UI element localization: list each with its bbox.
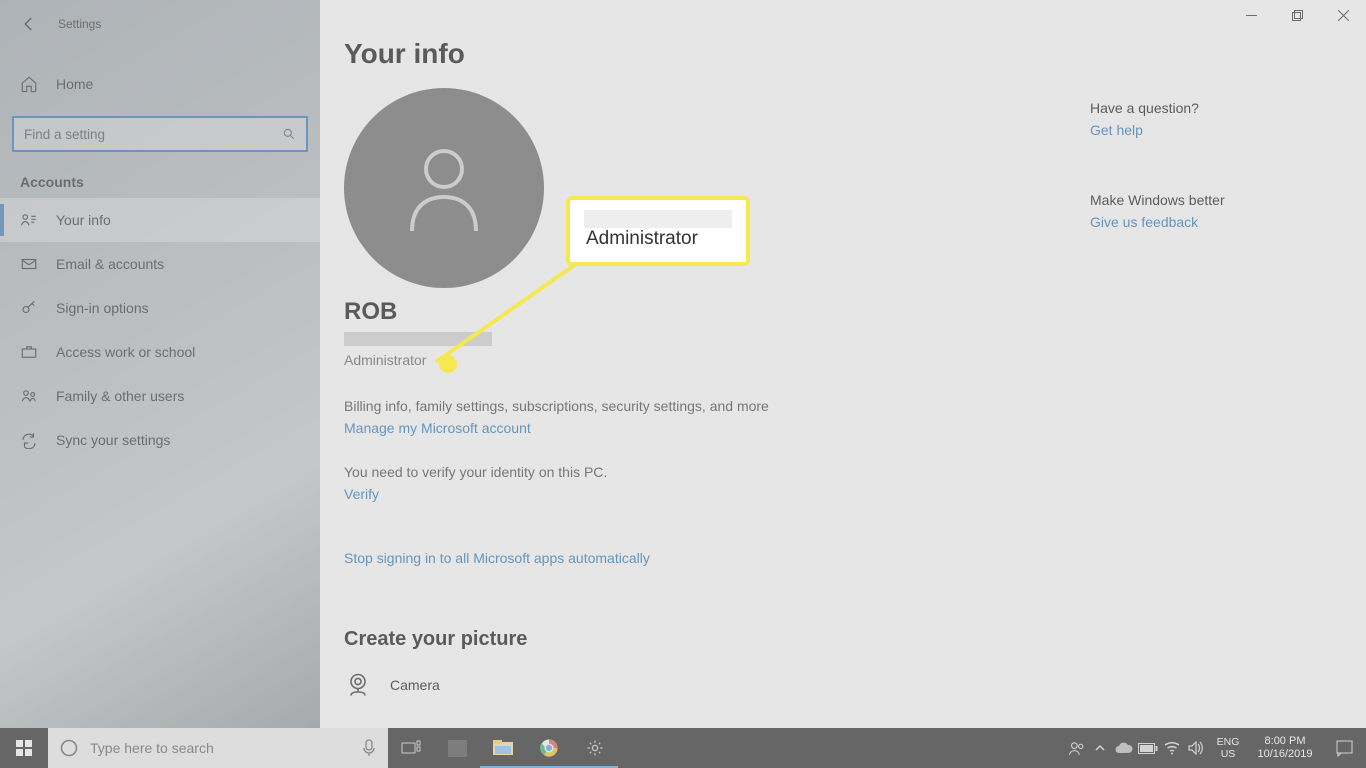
family-icon <box>20 387 38 405</box>
create-picture-heading: Create your picture <box>344 628 1366 651</box>
xbox-app-icon[interactable] <box>434 728 480 768</box>
start-button[interactable] <box>0 728 48 768</box>
close-button[interactable] <box>1320 0 1366 30</box>
sidebar-item-access-work[interactable]: Access work or school <box>0 330 320 374</box>
person-card-icon <box>20 211 38 229</box>
sidebar-item-family[interactable]: Family & other users <box>0 374 320 418</box>
window-controls <box>1228 0 1366 30</box>
user-role: Administrator <box>344 352 1366 368</box>
sync-icon <box>20 431 38 449</box>
sidebar-item-sync[interactable]: Sync your settings <box>0 418 320 462</box>
page-title: Your info <box>344 38 1366 70</box>
settings-gear-icon[interactable] <box>572 728 618 768</box>
sidebar-item-signin-options[interactable]: Sign-in options <box>0 286 320 330</box>
taskbar: Type here to search ENGUS 8:00 <box>0 728 1366 768</box>
sidebar-category: Accounts <box>0 150 320 198</box>
get-help-link[interactable]: Get help <box>1090 122 1310 138</box>
task-view-button[interactable] <box>388 728 434 768</box>
taskbar-search-placeholder: Type here to search <box>90 740 214 756</box>
onedrive-icon[interactable] <box>1112 728 1136 768</box>
settings-content: Your info ROB Administrator Billing info… <box>320 0 1366 728</box>
settings-sidebar: Settings Home Find a setting Accounts <box>0 0 320 728</box>
key-icon <box>20 299 38 317</box>
volume-icon[interactable] <box>1184 728 1208 768</box>
camera-icon <box>344 671 372 699</box>
sidebar-item-label: Email & accounts <box>56 256 164 272</box>
sidebar-home[interactable]: Home <box>0 62 320 106</box>
help-panel: Have a question? Get help Make Windows b… <box>1090 100 1310 230</box>
taskbar-clock[interactable]: 8:00 PM10/16/2019 <box>1248 728 1322 768</box>
action-center-icon[interactable] <box>1322 728 1366 768</box>
find-setting-search[interactable]: Find a setting <box>14 118 306 150</box>
language-indicator[interactable]: ENGUS <box>1208 728 1248 768</box>
verify-text: You need to verify your identity on this… <box>344 464 1366 480</box>
camera-label: Camera <box>390 677 440 693</box>
taskbar-search[interactable]: Type here to search <box>48 728 388 768</box>
sidebar-item-label: Sign-in options <box>56 300 149 316</box>
file-explorer-icon[interactable] <box>480 728 526 768</box>
tray-chevron-icon[interactable] <box>1088 728 1112 768</box>
home-icon <box>20 75 38 93</box>
briefcase-icon <box>20 343 38 361</box>
people-icon[interactable] <box>1064 728 1088 768</box>
verify-link[interactable]: Verify <box>344 486 1366 502</box>
sidebar-item-label: Your info <box>56 212 111 228</box>
sidebar-item-your-info[interactable]: Your info <box>0 198 320 242</box>
camera-option[interactable]: Camera <box>344 671 1366 699</box>
back-arrow-icon[interactable] <box>20 15 38 33</box>
sidebar-item-label: Sync your settings <box>56 432 170 448</box>
chrome-icon[interactable] <box>526 728 572 768</box>
make-windows-better-heading: Make Windows better <box>1090 192 1310 208</box>
app-title: Settings <box>58 17 101 31</box>
home-label: Home <box>56 76 93 92</box>
feedback-link[interactable]: Give us feedback <box>1090 214 1310 230</box>
search-icon <box>282 127 296 141</box>
wifi-icon[interactable] <box>1160 728 1184 768</box>
cortana-icon <box>60 739 78 757</box>
sidebar-item-email-accounts[interactable]: Email & accounts <box>0 242 320 286</box>
sidebar-item-label: Access work or school <box>56 344 195 360</box>
user-name: ROB <box>344 298 1366 326</box>
battery-icon[interactable] <box>1136 728 1160 768</box>
email-icon <box>20 255 38 273</box>
manage-account-link[interactable]: Manage my Microsoft account <box>344 420 1366 436</box>
microphone-icon[interactable] <box>362 739 376 757</box>
sidebar-item-label: Family & other users <box>56 388 184 404</box>
user-avatar <box>344 88 544 288</box>
minimize-button[interactable] <box>1228 0 1274 30</box>
redacted-email <box>344 332 492 346</box>
stop-signin-link[interactable]: Stop signing in to all Microsoft apps au… <box>344 550 1366 566</box>
search-placeholder: Find a setting <box>24 127 105 142</box>
maximize-button[interactable] <box>1274 0 1320 30</box>
billing-text: Billing info, family settings, subscript… <box>344 398 1366 414</box>
question-heading: Have a question? <box>1090 100 1310 116</box>
